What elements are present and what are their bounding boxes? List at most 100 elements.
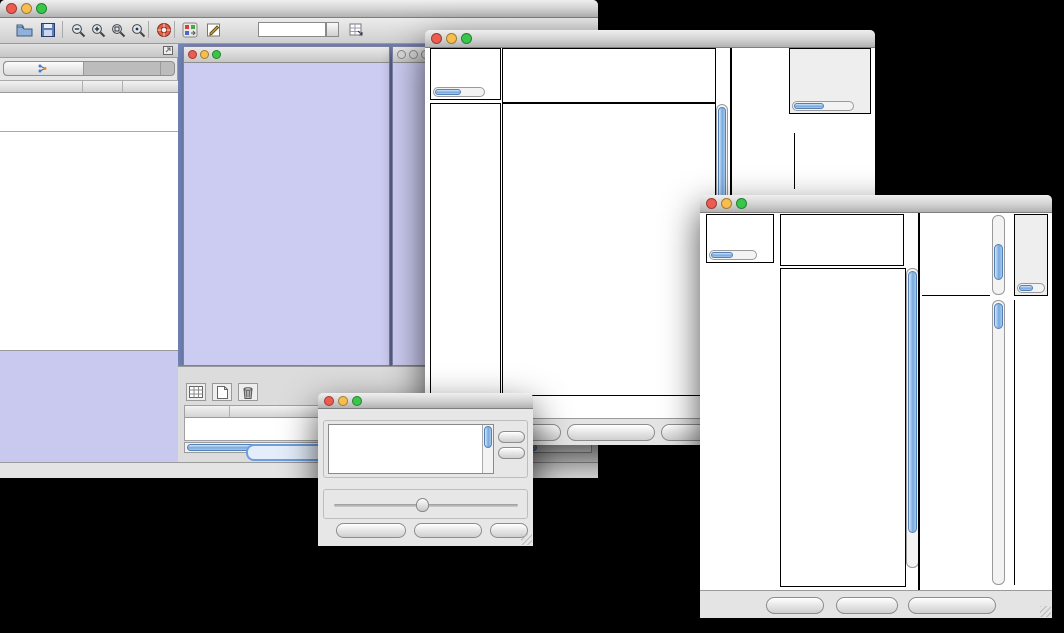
close-button[interactable]	[188, 50, 197, 59]
main-titlebar[interactable]	[0, 0, 598, 18]
zoom-button[interactable]	[736, 198, 747, 209]
network-window1-titlebar[interactable]	[184, 47, 389, 63]
control-panel	[0, 44, 178, 462]
treeview2-gene-list	[1014, 300, 1048, 585]
resize-grip[interactable]	[1040, 606, 1051, 617]
select-attributes-icon[interactable]	[186, 383, 206, 401]
treeview2-column-dendrogram-area[interactable]	[780, 214, 904, 266]
treeview2-window	[700, 195, 1052, 618]
close-button[interactable]	[324, 396, 334, 406]
export-graphics-button[interactable]	[908, 597, 996, 614]
control-panel-tabbar	[3, 61, 175, 76]
move-attribute-down-button[interactable]	[498, 447, 525, 459]
search-dropdown-icon[interactable]	[326, 22, 339, 37]
tab-vizmapper[interactable]	[84, 62, 160, 75]
treeview2-row-dendrogram[interactable]	[706, 268, 778, 585]
tab-overflow-icon[interactable]	[160, 62, 174, 75]
vscrollbar-thumb[interactable]	[908, 271, 917, 533]
network-graph-canvas[interactable]	[184, 63, 389, 365]
treeview1-usage-hints-panel	[789, 48, 871, 114]
minimize-button[interactable]	[21, 3, 32, 14]
float-panel-icon[interactable]	[163, 42, 173, 60]
map-colors-dialog	[318, 393, 533, 546]
network-tree-empty-area	[0, 132, 178, 350]
new-attribute-icon[interactable]	[212, 383, 232, 401]
dialog-titlebar[interactable]	[318, 393, 533, 409]
move-attribute-up-button[interactable]	[498, 431, 525, 443]
close-button[interactable]	[6, 3, 17, 14]
zoom-button[interactable]	[352, 396, 362, 406]
close-button[interactable]	[706, 198, 717, 209]
close-button[interactable]	[397, 50, 406, 59]
treeview2-column-labels	[922, 215, 990, 296]
view-status-hscrollbar[interactable]	[709, 250, 757, 260]
treeview2-zoom-heatmap[interactable]	[920, 300, 990, 585]
zoom-button[interactable]	[461, 33, 472, 44]
minimize-button[interactable]	[721, 198, 732, 209]
minimize-button[interactable]	[409, 50, 418, 59]
animation-speed-group	[323, 489, 528, 519]
save-session-button[interactable]	[36, 20, 60, 40]
toolbar-separator	[174, 21, 175, 38]
help-lifering-icon[interactable]	[152, 20, 176, 40]
animate-vizmap-button[interactable]	[336, 523, 406, 538]
minimize-button[interactable]	[338, 396, 348, 406]
treeview1-zoom-heatmap[interactable]	[734, 134, 792, 186]
search-input[interactable]	[258, 22, 326, 37]
usage-hints-text	[1015, 217, 1047, 219]
treeview1-titlebar[interactable]	[425, 30, 875, 48]
hscrollbar-thumb[interactable]	[435, 89, 461, 95]
zoom-button[interactable]	[212, 50, 221, 59]
control-panel-header	[0, 44, 178, 58]
minimize-button[interactable]	[200, 50, 209, 59]
attribute-listbox[interactable]	[328, 424, 494, 474]
treeview1-row-dendrogram[interactable]	[430, 103, 501, 396]
hscrollbar-thumb[interactable]	[711, 252, 733, 258]
treeview2-labels-vscrollbar[interactable]	[992, 215, 1005, 295]
close-button[interactable]	[431, 33, 442, 44]
network-tab-icon	[38, 60, 47, 78]
treeview2-heatmap[interactable]	[780, 268, 906, 587]
toolbar-separator	[62, 21, 63, 38]
network-overview-panel[interactable]	[0, 350, 178, 462]
vscrollbar-thumb[interactable]	[484, 426, 492, 448]
delete-attribute-trash-icon[interactable]	[238, 383, 258, 401]
export-graphics-button[interactable]	[567, 424, 655, 441]
minimize-button[interactable]	[446, 33, 457, 44]
treeview1-column-dendrogram[interactable]	[502, 48, 716, 103]
treeview2-usage-hints-panel	[1014, 214, 1048, 296]
attribute-list-vscrollbar[interactable]	[482, 425, 493, 474]
create-vizmap-button[interactable]	[414, 523, 482, 538]
network-view-window-1	[183, 46, 390, 366]
hscrollbar-thumb[interactable]	[794, 103, 824, 109]
usage-hints-text	[790, 51, 870, 53]
column-header-edges[interactable]	[123, 81, 178, 93]
zoom-button[interactable]	[36, 3, 47, 14]
column-header-network[interactable]	[0, 81, 83, 93]
network-overview-canvas[interactable]	[1, 352, 177, 462]
settings-button[interactable]	[766, 597, 824, 614]
zoom-selected-icon[interactable]	[126, 20, 150, 40]
hscrollbar-thumb[interactable]	[1019, 285, 1033, 291]
usage-hints-hscrollbar[interactable]	[792, 101, 854, 111]
annotation-icon[interactable]	[202, 20, 226, 40]
resize-grip[interactable]	[521, 534, 532, 545]
treeview1-column-labels	[725, 50, 787, 132]
vscrollbar-thumb[interactable]	[994, 303, 1003, 329]
tab-network[interactable]	[4, 62, 84, 75]
treeview1-view-status-panel	[430, 48, 501, 100]
speed-slider-thumb[interactable]	[416, 498, 429, 512]
import-table-icon[interactable]	[344, 20, 368, 40]
vizmapper-icon[interactable]	[178, 20, 202, 40]
usage-hints-hscrollbar[interactable]	[1017, 283, 1045, 293]
column-header-nodes[interactable]	[83, 81, 123, 93]
view-status-hscrollbar[interactable]	[433, 87, 485, 97]
open-session-button[interactable]	[12, 20, 36, 40]
desktop-background	[0, 0, 1064, 633]
view-status-text	[431, 51, 500, 53]
treeview2-zoom-vscrollbar[interactable]	[992, 300, 1005, 585]
vscrollbar-thumb[interactable]	[994, 244, 1003, 280]
save-data-button[interactable]	[836, 597, 898, 614]
treeview1-heatmap[interactable]	[502, 103, 716, 396]
treeview2-titlebar[interactable]	[700, 195, 1052, 213]
